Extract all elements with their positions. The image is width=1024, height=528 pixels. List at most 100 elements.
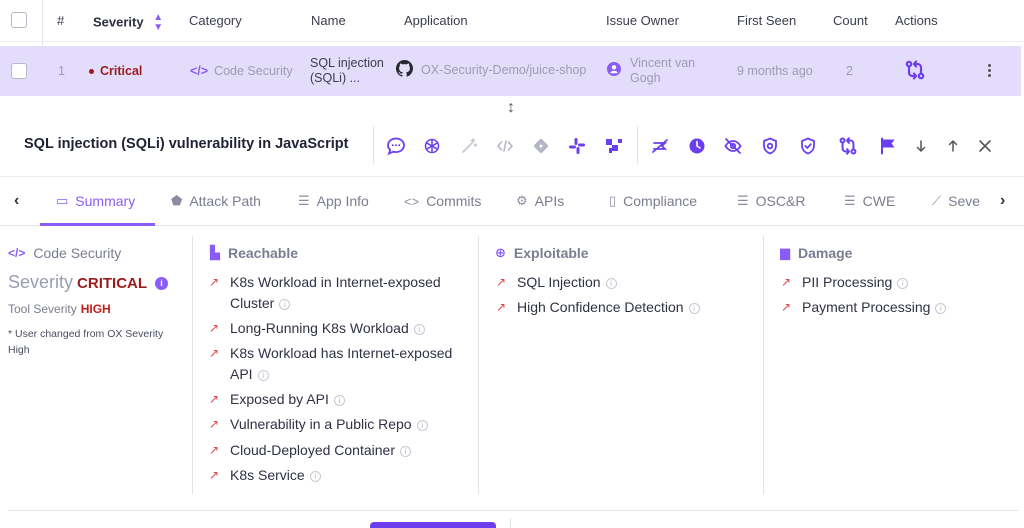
item-line2: API <box>230 366 253 382</box>
info-icon[interactable]: i <box>257 369 269 381</box>
magic-wand-icon[interactable] <box>458 135 480 157</box>
tab-attack-path[interactable]: ⬟ Attack Path <box>171 193 261 209</box>
list-icon: ☰ <box>737 193 749 208</box>
list-item: ↗ Long-Running K8s Workload i <box>209 318 425 339</box>
tabs-prev-icon[interactable]: ‹ <box>14 192 19 210</box>
item-line1: K8s Service <box>230 467 305 483</box>
info-icon[interactable]: i <box>400 445 411 457</box>
exploitable-title: Exploitable <box>513 245 589 261</box>
tab-label: APIs <box>534 193 565 209</box>
issue-name[interactable]: SQL injection (SQLi) ... <box>310 56 384 86</box>
info-icon[interactable]: i <box>155 276 169 290</box>
tab-label: Summary <box>75 193 136 209</box>
eye-slash-icon[interactable] <box>722 135 744 157</box>
pull-request-icon[interactable] <box>904 59 926 86</box>
item-line1: Cloud-Deployed Container <box>230 442 395 458</box>
item-line1: K8s Workload in Internet-exposed <box>230 274 441 290</box>
primary-button[interactable] <box>370 522 496 528</box>
severity-change-note: * User changed from OX Severity High <box>8 326 178 358</box>
info-icon[interactable]: i <box>935 302 947 314</box>
issue-name-line1: SQL injection <box>310 56 384 70</box>
target-icon[interactable] <box>759 135 781 157</box>
tab-summary[interactable]: ▭ Summary <box>56 193 135 209</box>
user-icon <box>607 62 621 80</box>
comment-icon[interactable] <box>385 135 407 157</box>
list-item: ↗ Payment Processing i <box>781 297 947 318</box>
column-divider <box>192 236 193 494</box>
application-value: OX-Security-Demo/juice-shop <box>421 63 587 77</box>
info-icon[interactable]: i <box>688 302 700 314</box>
git-icon[interactable] <box>530 135 552 157</box>
application-cell[interactable]: OX-Security-Demo/juice-shop <box>396 60 586 80</box>
header-first-seen[interactable]: First Seen <box>737 13 796 28</box>
tab-cwe[interactable]: ☰ CWE <box>844 193 895 209</box>
tab-apis[interactable]: ⚙ APIs <box>516 193 564 209</box>
shield-icon[interactable] <box>797 135 819 157</box>
close-icon[interactable] <box>974 135 996 157</box>
resize-handle-icon[interactable]: ↕ <box>503 99 519 121</box>
summary-category: </> Code Security <box>8 245 121 261</box>
tab-compliance[interactable]: ▯ Compliance <box>609 193 697 209</box>
info-icon[interactable]: i <box>413 323 425 335</box>
code-icon[interactable] <box>494 135 516 157</box>
info-icon[interactable]: i <box>416 419 428 431</box>
active-tab-indicator <box>40 223 155 226</box>
tab-label: Commits <box>426 193 482 209</box>
severity-value: Critical <box>100 64 143 78</box>
severity-value: CRITICAL <box>77 275 148 292</box>
flag-icon[interactable] <box>877 135 899 157</box>
header-name[interactable]: Name <box>311 13 346 28</box>
info-icon[interactable]: i <box>897 277 909 289</box>
item-line1: K8s Workload has Internet-exposed <box>230 345 453 361</box>
tab-commits[interactable]: <> Commits <box>404 193 481 209</box>
column-divider <box>478 236 479 494</box>
owner-line2: Gogh <box>630 71 661 85</box>
arrow-up-right-icon: ↗ <box>496 275 507 289</box>
code-icon: </> <box>190 64 209 78</box>
damage-header: ▆ Damage <box>780 245 852 261</box>
list-item: ↗ K8s Workload has Internet-exposed API i <box>209 343 453 385</box>
info-icon[interactable]: i <box>333 394 345 406</box>
tabs-next-icon[interactable]: › <box>1000 192 1005 210</box>
select-all-checkbox[interactable] <box>11 12 27 28</box>
slack-icon[interactable] <box>566 135 588 157</box>
arrow-up-right-icon: ↗ <box>209 392 220 406</box>
pull-request-icon[interactable] <box>837 135 859 157</box>
tab-app-info[interactable]: ☰ App Info <box>298 193 369 209</box>
jira-icon[interactable] <box>603 135 625 157</box>
list-item: ↗ K8s Workload in Internet-exposed Clust… <box>209 272 441 314</box>
info-icon[interactable]: i <box>309 470 321 482</box>
damage-title: Damage <box>798 245 853 261</box>
tool-severity: Tool Severity HIGH <box>8 302 111 316</box>
arrow-down-icon[interactable] <box>910 135 932 157</box>
column-divider <box>510 518 511 528</box>
arrow-up-right-icon: ↗ <box>209 443 220 457</box>
header-category[interactable]: Category <box>189 13 242 28</box>
sort-icon[interactable]: ▲ ▼ <box>153 13 163 33</box>
info-icon[interactable]: i <box>279 298 291 310</box>
severity-label: Severity <box>8 272 74 292</box>
arrow-up-icon[interactable] <box>942 135 964 157</box>
row-checkbox[interactable] <box>11 63 27 79</box>
summary-severity: Severity CRITICAL i <box>8 272 169 293</box>
header-application[interactable]: Application <box>404 13 468 28</box>
clock-icon[interactable] <box>686 135 708 157</box>
tab-oscr[interactable]: ☰ OSC&R <box>737 193 805 209</box>
list-icon: ☰ <box>298 193 310 208</box>
header-count[interactable]: Count <box>833 13 868 28</box>
tab-severity[interactable]: ⟋ Seve <box>932 193 988 209</box>
openai-icon[interactable] <box>421 135 443 157</box>
no-ticket-icon[interactable] <box>649 135 671 157</box>
crosshair-icon: ⊕ <box>495 245 506 260</box>
header-issue-owner[interactable]: Issue Owner <box>606 13 679 28</box>
item-label: PII Processing <box>802 274 893 290</box>
item-label: High Confidence Detection <box>517 299 684 315</box>
header-severity[interactable]: Severity ▲ ▼ <box>93 13 163 33</box>
arrow-up-right-icon: ↗ <box>209 321 220 335</box>
more-menu-icon[interactable] <box>988 64 992 79</box>
tab-label: Compliance <box>623 193 698 209</box>
header-actions: Actions <box>895 13 938 28</box>
table-row[interactable]: 1 Critical </> Code Security SQL injectio… <box>0 46 1021 96</box>
info-icon[interactable]: i <box>605 277 617 289</box>
attack-path-icon: ⬟ <box>171 193 183 208</box>
